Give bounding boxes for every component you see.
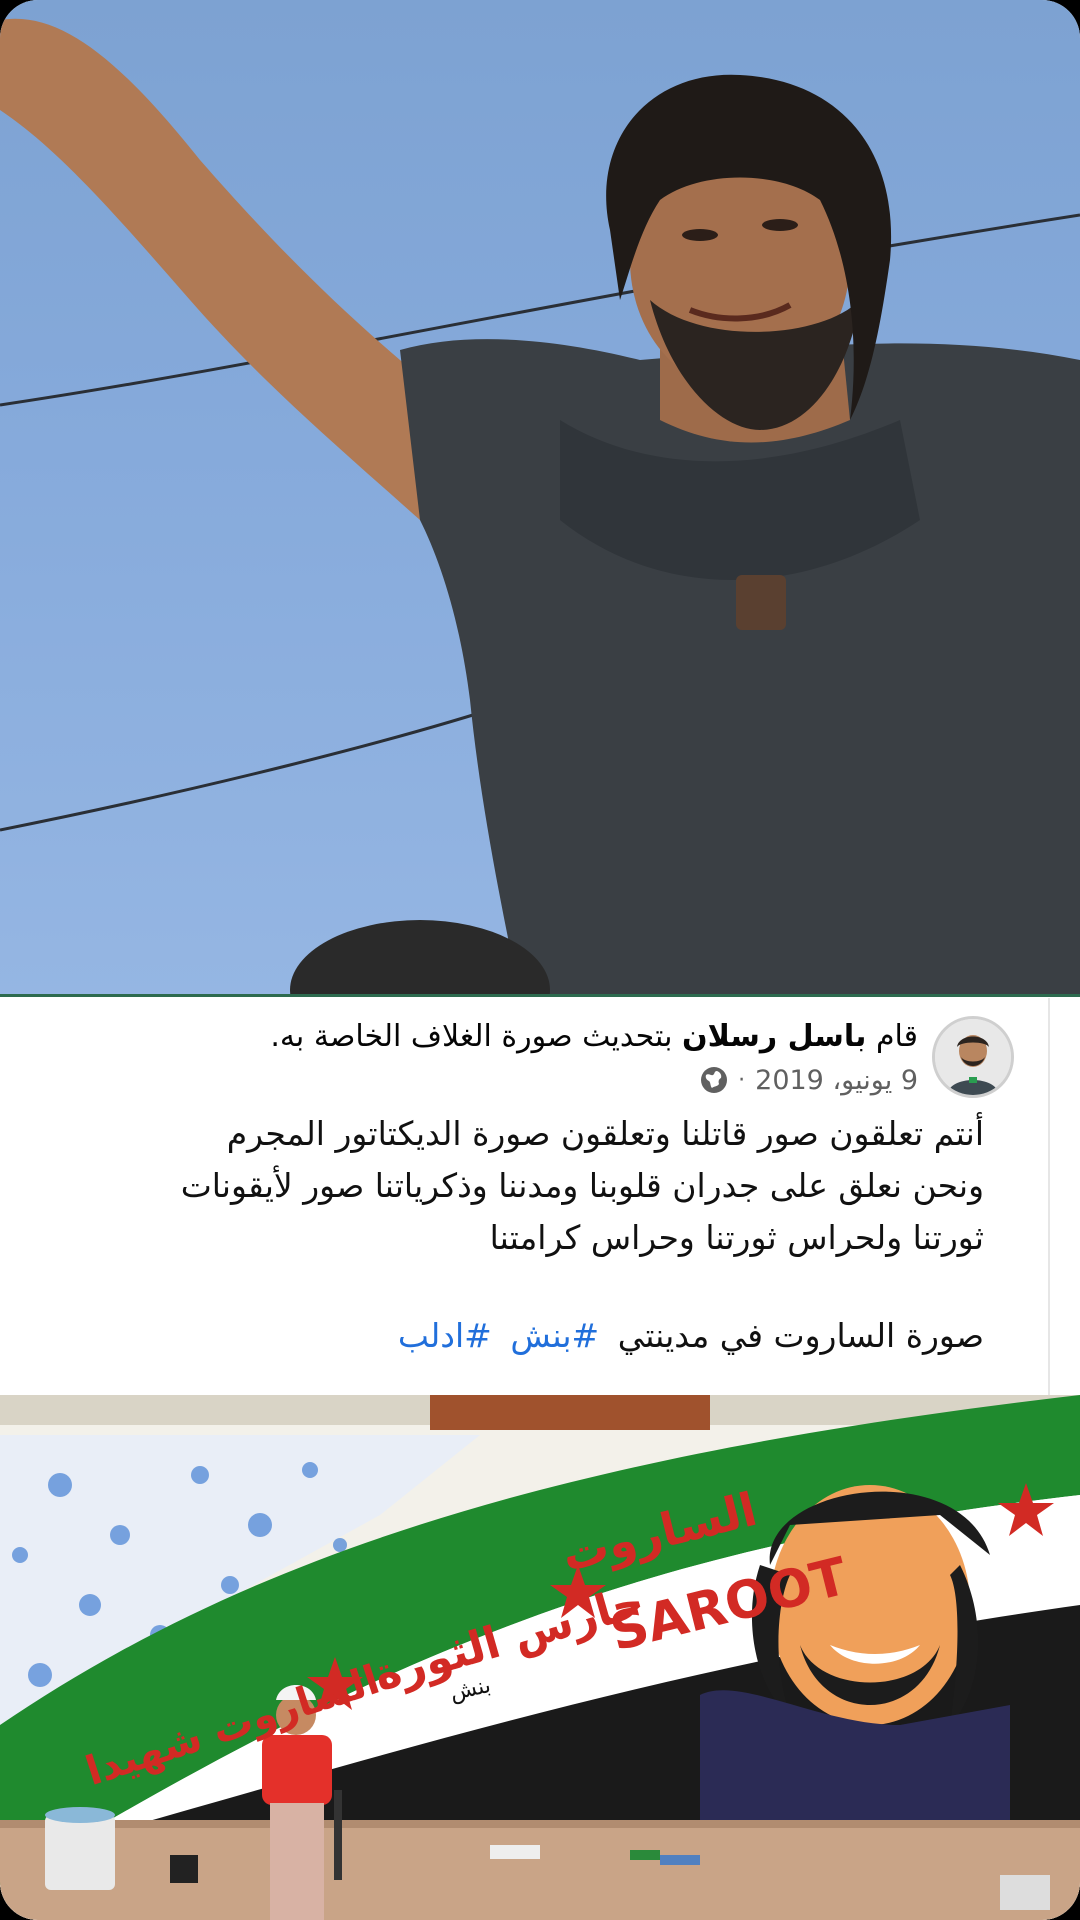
mural-photo[interactable]: الساروت SAROOT حارس الثورة الساروت شهيدا… (0, 1395, 1080, 1920)
post-tags-line: صورة الساروت في مدينتي #بنش #ادلب (398, 1316, 984, 1355)
avatar-image (935, 1019, 1011, 1095)
globe-icon[interactable] (700, 1066, 728, 1094)
cover-bottom-border (0, 994, 1080, 997)
hashtag-link[interactable]: #ادلب (398, 1316, 492, 1355)
cover-photo-illustration (0, 18, 1080, 997)
screenshot-frame: قام باسل رسلان بتحديث صورة الغلاف الخاصة… (0, 0, 1080, 1920)
tags-text: صورة الساروت في مدينتي (617, 1316, 984, 1355)
meta-separator: · (738, 1067, 746, 1093)
action-text: بتحديث صورة الغلاف الخاصة به. (270, 1019, 673, 1054)
author-name[interactable]: باسل رسلان (682, 1019, 866, 1054)
post-card: قام باسل رسلان بتحديث صورة الغلاف الخاصة… (0, 998, 1050, 1395)
post-text: أنتم تعلقون صور قاتلنا وتعلقون صورة الدي… (180, 1114, 984, 1257)
post-meta: 9 يونيو، 2019 · (700, 1060, 918, 1100)
cover-photo[interactable] (0, 0, 1080, 997)
hashtag-link[interactable]: #بنش (510, 1316, 599, 1355)
action-prefix: قام (875, 1019, 918, 1054)
post-date[interactable]: 9 يونيو، 2019 (755, 1065, 918, 1096)
mural-illustration (0, 1395, 1080, 1920)
author-avatar[interactable] (932, 1016, 1014, 1098)
post-header: قام باسل رسلان بتحديث صورة الغلاف الخاصة… (38, 1014, 918, 1060)
